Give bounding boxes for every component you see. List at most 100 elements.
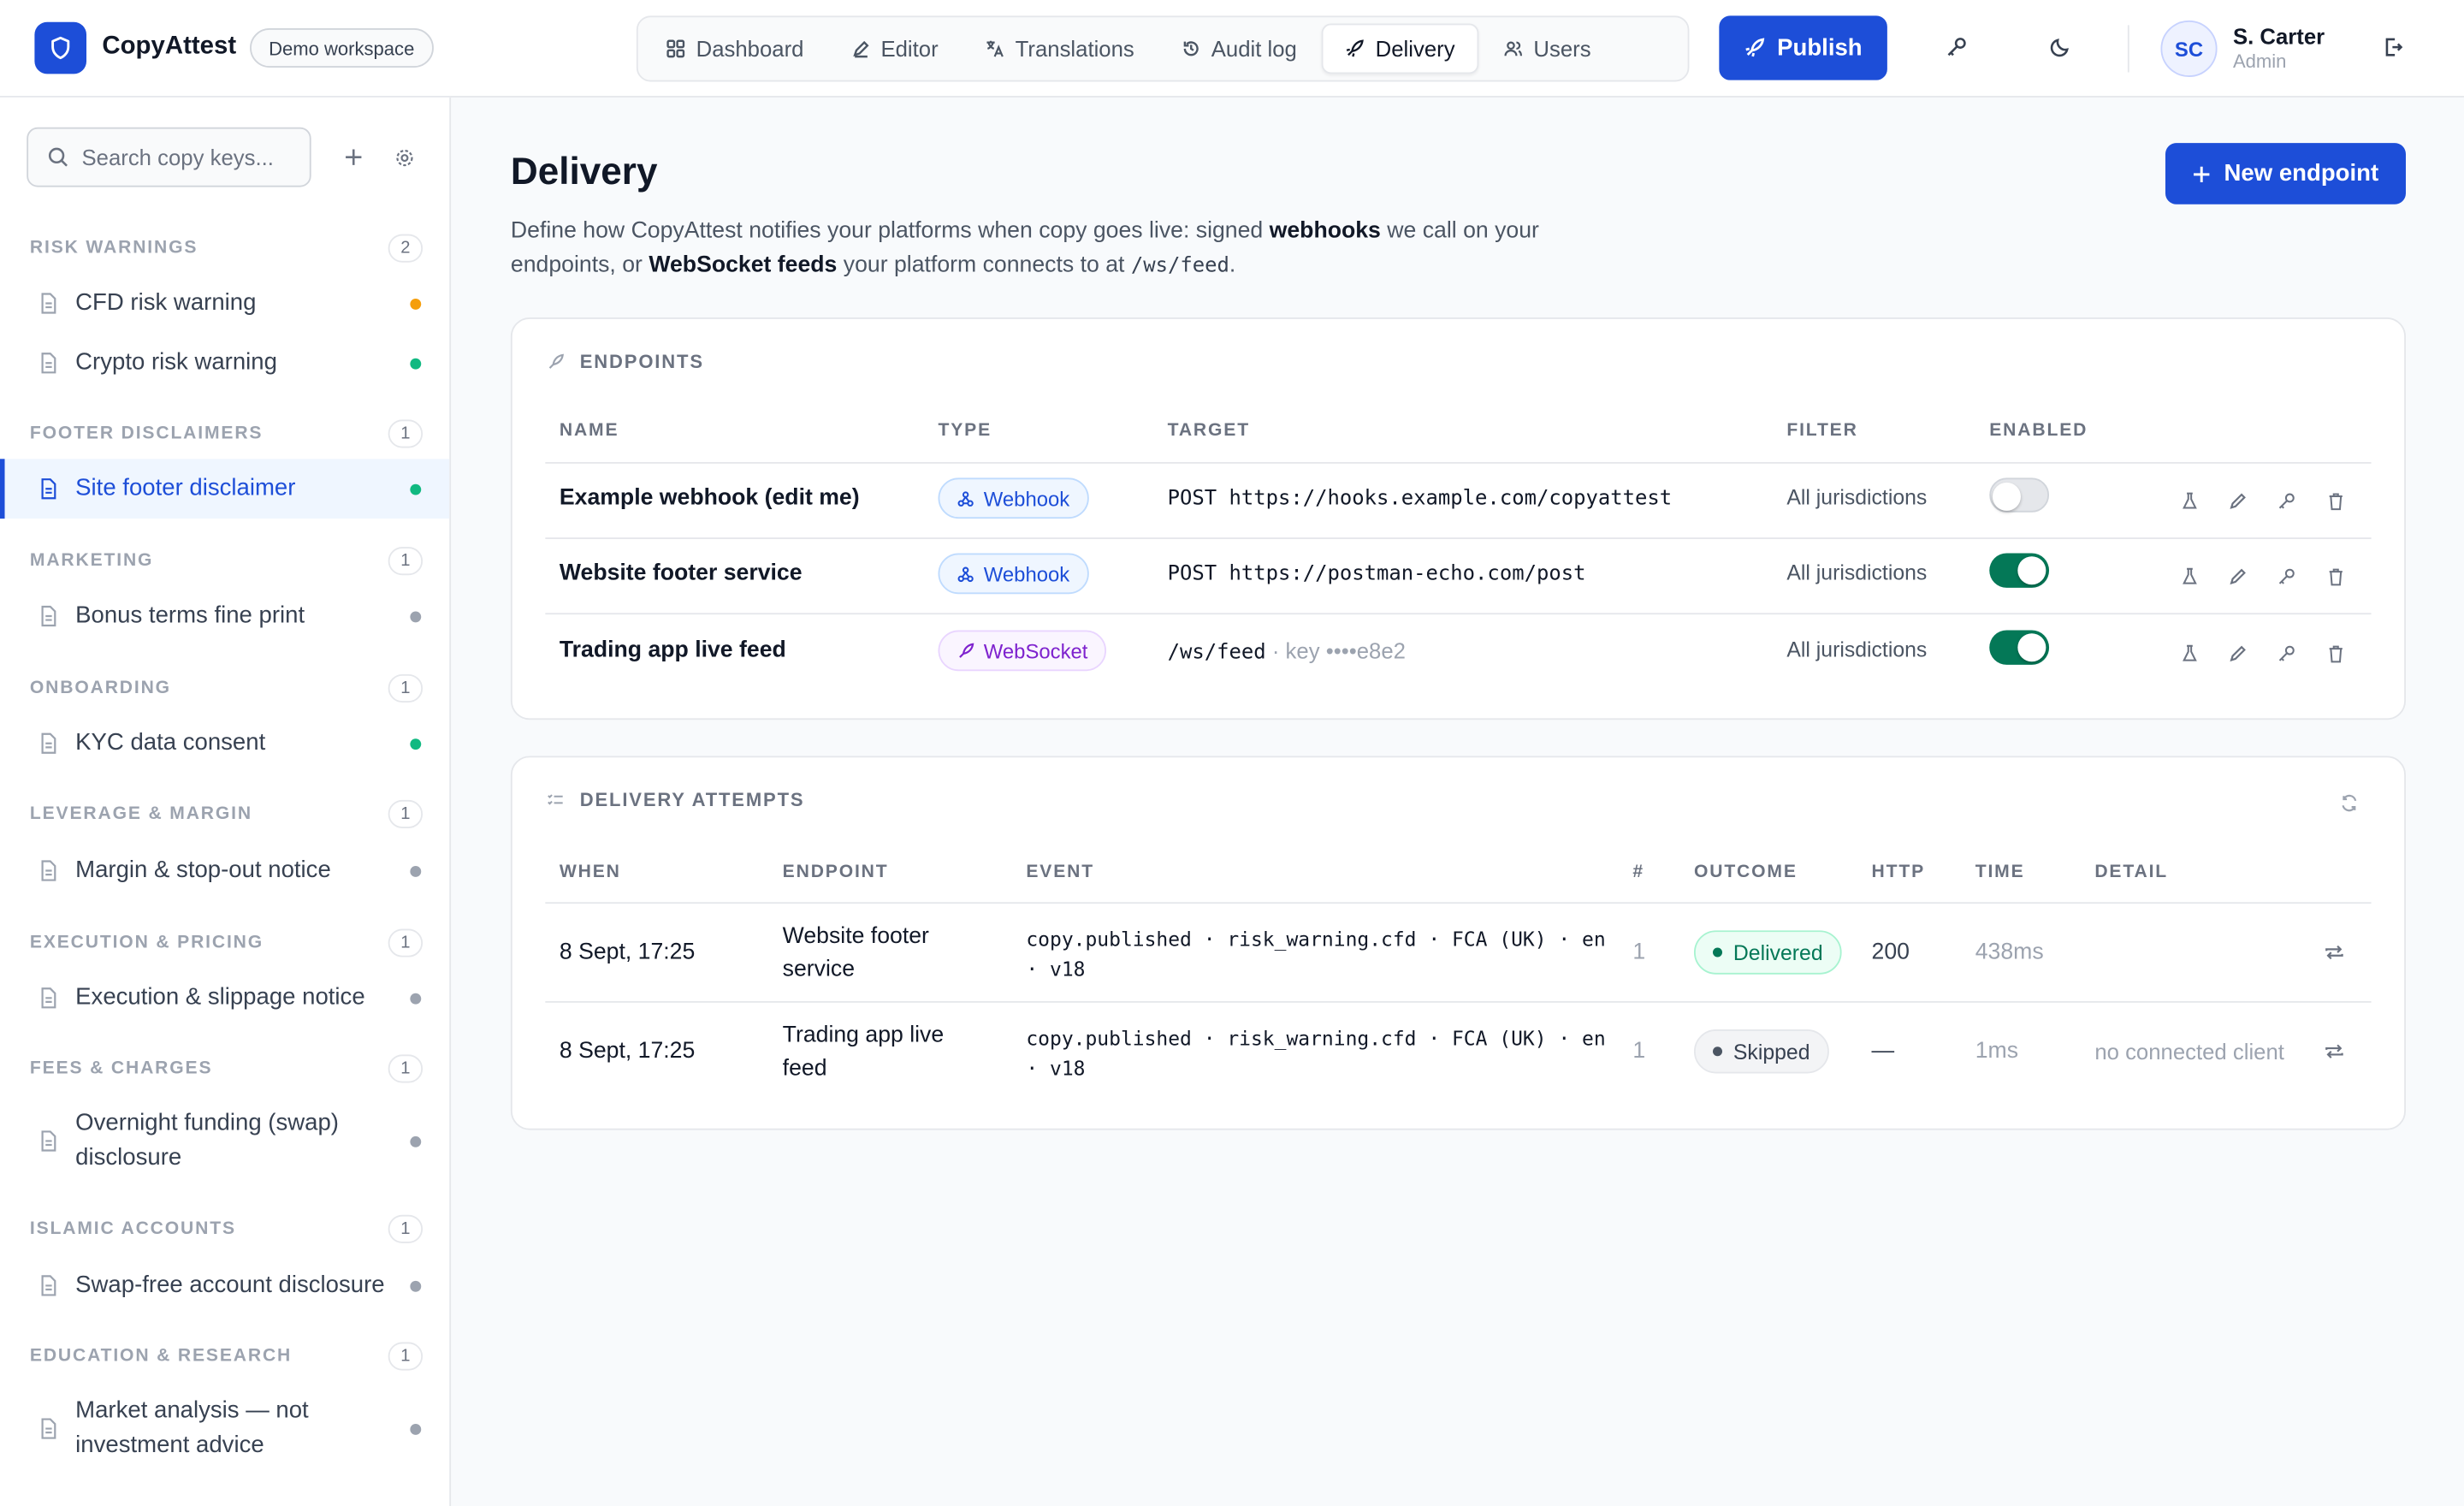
tab-translations[interactable]: Translations (963, 24, 1156, 74)
attempt-endpoint[interactable]: Website footer service (783, 921, 929, 987)
group-execution-pricing[interactable]: EXECUTION & PRICING 1 (30, 928, 424, 959)
tab-label: Translations (1015, 36, 1134, 62)
group-islamic-accounts[interactable]: ISLAMIC ACCOUNTS 1 (30, 1213, 424, 1245)
search-input[interactable]: Search copy keys... (27, 127, 311, 187)
col-count[interactable]: # (1632, 863, 1644, 881)
col-time[interactable]: TIME (1975, 863, 2025, 881)
tab-delivery[interactable]: Delivery (1322, 23, 1479, 74)
top-bar: CopyAttest Demo workspace Dashboard Edit… (0, 0, 2464, 98)
card-title-text: ENDPOINTS (579, 350, 704, 373)
col-type[interactable]: TYPE (939, 421, 992, 440)
attempt-time: 1ms (1975, 1039, 2019, 1064)
moon-icon[interactable] (2045, 32, 2076, 63)
group-title: RISK WARNINGS (29, 239, 198, 258)
retry-icon[interactable] (2324, 941, 2344, 969)
test-flask-icon[interactable] (2178, 643, 2200, 665)
tab-dashboard[interactable]: Dashboard (644, 24, 826, 74)
col-event[interactable]: EVENT (1026, 863, 1094, 881)
rocket-icon (959, 642, 974, 657)
attempt-endpoint[interactable]: Trading app live feed (783, 1020, 945, 1086)
webhook-icon (957, 566, 974, 582)
test-flask-icon[interactable] (2178, 566, 2200, 588)
target-key: · key ••••e8e2 (1271, 637, 1406, 664)
enabled-toggle[interactable] (1989, 630, 2050, 665)
target-url: https://hooks.example.com/copyattest (1229, 487, 1673, 511)
col-target[interactable]: TARGET (1168, 421, 1250, 440)
plus-icon[interactable] (341, 145, 366, 169)
trash-icon[interactable] (2324, 566, 2346, 588)
col-when[interactable]: WHEN (560, 863, 621, 881)
key-icon[interactable] (2276, 490, 2298, 513)
status-dot (410, 1423, 422, 1434)
new-endpoint-label: New endpoint (2224, 160, 2379, 187)
col-filter[interactable]: FILTER (1786, 421, 1857, 440)
col-outcome[interactable]: OUTCOME (1694, 863, 1798, 881)
key-icon[interactable] (2276, 566, 2298, 588)
tab-audit-log[interactable]: Audit log (1159, 24, 1318, 74)
group-fees-charges[interactable]: FEES & CHARGES 1 (30, 1053, 424, 1085)
divider (545, 902, 2372, 904)
group-footer-disclaimers[interactable]: FOOTER DISCLAIMERS 1 (30, 418, 424, 450)
edit-pencil-icon[interactable] (2227, 566, 2249, 588)
logout-icon[interactable] (2378, 32, 2409, 63)
sidebar-item-site-footer-disclaimer[interactable]: Site footer disclaimer (0, 459, 450, 519)
rocket-icon (1745, 38, 1765, 57)
group-education-research[interactable]: EDUCATION & RESEARCH 1 (30, 1341, 424, 1373)
workspace-badge[interactable]: Demo workspace (250, 28, 434, 68)
status-dot (410, 483, 422, 495)
sidebar-item-swap-free[interactable]: Swap-free account disclosure (0, 1268, 449, 1302)
col-http[interactable]: HTTP (1872, 863, 1926, 881)
refresh-icon[interactable] (2340, 792, 2362, 815)
sidebar-item-execution-slippage[interactable]: Execution & slippage notice (0, 981, 449, 1015)
group-onboarding[interactable]: ONBOARDING 1 (30, 673, 424, 704)
avatar[interactable]: SC (2160, 20, 2218, 77)
divider (545, 461, 2372, 464)
sidebar-item-bonus-terms[interactable]: Bonus terms fine print (0, 599, 449, 633)
document-icon (41, 987, 56, 1009)
sidebar-item-crypto-risk-warning[interactable]: Crypto risk warning (0, 346, 449, 380)
key-icon[interactable] (1940, 32, 1972, 63)
key-icon[interactable] (2276, 643, 2298, 665)
sidebar-item-margin-stop-out[interactable]: Margin & stop-out notice (0, 853, 449, 887)
search-placeholder: Search copy keys... (81, 144, 274, 170)
group-marketing[interactable]: MARKETING 1 (30, 545, 424, 577)
col-name[interactable]: NAME (560, 421, 619, 440)
col-detail[interactable]: DETAIL (2094, 863, 2168, 881)
col-enabled[interactable]: ENABLED (1989, 421, 2088, 440)
attempt-event: copy.published · risk_warning.cfd · FCA … (1026, 1023, 1605, 1083)
edit-pencil-icon[interactable] (2227, 643, 2249, 665)
publish-button[interactable]: Publish (1719, 15, 1887, 80)
group-risk-warnings[interactable]: RISK WARNINGS 2 (29, 233, 424, 264)
enabled-toggle[interactable] (1989, 553, 2050, 588)
trash-icon[interactable] (2324, 643, 2346, 665)
sidebar-item-overnight-funding[interactable]: Overnight funding (swap) disclosure (0, 1106, 449, 1176)
desc-bold: WebSocket feeds (649, 252, 838, 279)
document-icon (41, 1130, 56, 1152)
row-actions (2178, 566, 2347, 588)
endpoint-name[interactable]: Website footer service (560, 561, 803, 586)
endpoint-line: Website footer (782, 923, 929, 950)
edit-pencil-icon[interactable] (2227, 490, 2249, 513)
sidebar-item-kyc-data-consent[interactable]: KYC data consent (0, 726, 449, 761)
group-leverage-margin[interactable]: LEVERAGE & MARGIN 1 (30, 798, 424, 830)
tab-users[interactable]: Users (1482, 24, 1613, 74)
endpoint-name[interactable]: Trading app live feed (560, 638, 786, 663)
endpoint-filter: All jurisdictions (1786, 560, 1928, 585)
attempt-http: — (1871, 1039, 1895, 1064)
trash-icon[interactable] (2324, 490, 2346, 513)
col-endpoint[interactable]: ENDPOINT (783, 863, 889, 881)
sidebar-item-cfd-risk-warning[interactable]: CFD risk warning (0, 286, 449, 320)
group-count: 1 (388, 928, 424, 958)
endpoint-name[interactable]: Example webhook (edit me) (560, 486, 860, 511)
test-flask-icon[interactable] (2178, 490, 2200, 513)
document-icon (41, 605, 56, 627)
new-endpoint-button[interactable]: New endpoint (2165, 143, 2406, 205)
tab-editor[interactable]: Editor (829, 24, 961, 74)
retry-icon[interactable] (2324, 1041, 2344, 1069)
app-logo[interactable] (34, 21, 87, 74)
edit-icon (852, 40, 868, 58)
target-url: /ws/feed (1167, 641, 1266, 665)
gear-icon[interactable] (391, 145, 416, 169)
enabled-toggle[interactable] (1989, 477, 2050, 513)
sidebar-item-market-analysis[interactable]: Market analysis — not investment advice (0, 1394, 449, 1463)
